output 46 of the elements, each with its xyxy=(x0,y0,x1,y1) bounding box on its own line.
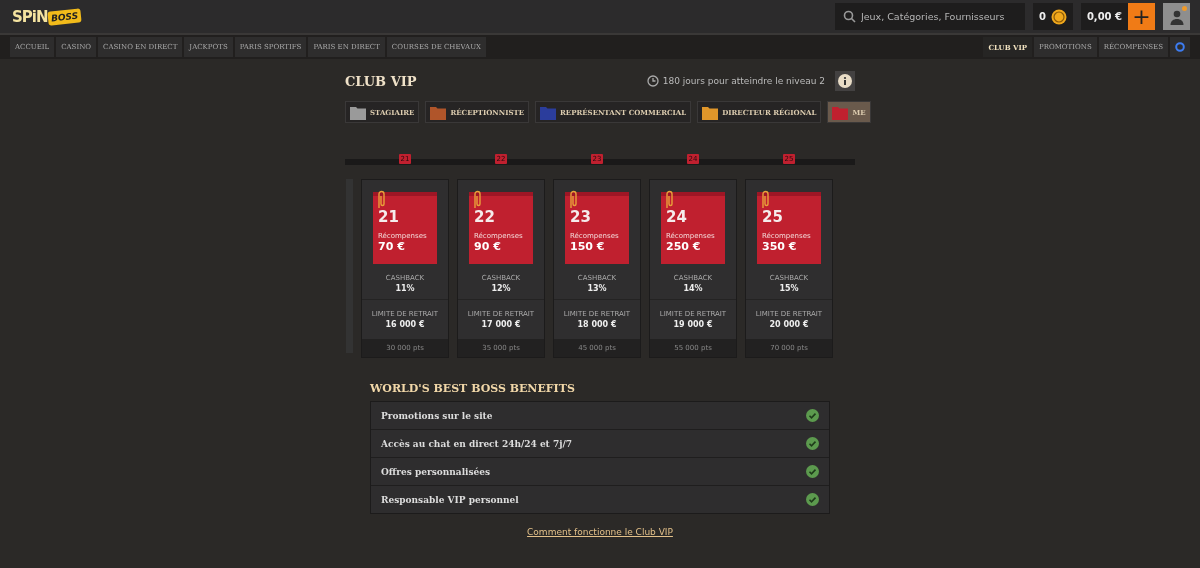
benefit-text: Accès au chat en direct 24h/24 et 7j/7 xyxy=(381,438,572,449)
cashback-value: 13% xyxy=(587,284,607,293)
benefit-text: Offres personnalisées xyxy=(381,466,491,477)
level-number: 25 xyxy=(762,208,784,226)
user-icon xyxy=(1168,8,1185,25)
coin-icon xyxy=(1050,8,1067,25)
ring-icon xyxy=(1175,42,1185,52)
benefits-title: WORLD'S BEST BOSS BENEFITS xyxy=(370,382,576,395)
level-number: 22 xyxy=(474,208,496,226)
info-icon xyxy=(838,74,852,88)
page-title: CLUB VIP xyxy=(345,73,417,89)
level-number: 21 xyxy=(378,208,400,226)
reward-amount: 250 € xyxy=(666,240,702,253)
coin-count: 0 xyxy=(1038,11,1046,22)
cashback-value: 11% xyxy=(395,284,415,293)
limit-value: 19 000 € xyxy=(673,320,713,329)
settings-button[interactable] xyxy=(1170,37,1190,57)
benefit-text: Promotions sur le site xyxy=(381,410,493,421)
limit-value: 20 000 € xyxy=(769,320,809,329)
help-link[interactable]: Comment fonctionne le Club VIP xyxy=(527,527,673,537)
paperclip-icon xyxy=(472,190,482,210)
notification-dot xyxy=(1182,6,1187,11)
cashback-value: 15% xyxy=(779,284,799,293)
reward-amount: 70 € xyxy=(378,240,406,253)
level-number: 23 xyxy=(570,208,592,226)
info-button[interactable] xyxy=(835,71,855,91)
cashback-value: 12% xyxy=(491,284,511,293)
limit-value: 17 000 € xyxy=(481,320,521,329)
reward-amount: 90 € xyxy=(474,240,502,253)
deposit-button[interactable]: + xyxy=(1128,3,1155,30)
cashback-value: 14% xyxy=(683,284,703,293)
reward-amount: 150 € xyxy=(570,240,606,253)
paperclip-icon xyxy=(568,190,578,210)
balance-amount: 0,00 € xyxy=(1086,11,1122,22)
level-number: 24 xyxy=(666,208,688,226)
reward-amount: 350 € xyxy=(762,240,798,253)
limit-value: 18 000 € xyxy=(577,320,617,329)
limit-value: 16 000 € xyxy=(385,320,425,329)
benefit-text: Responsable VIP personnel xyxy=(381,494,519,505)
search-field[interactable]: Jeux, Catégories, Fournisseurs xyxy=(834,3,1025,30)
paperclip-icon xyxy=(664,190,674,210)
profile-button[interactable] xyxy=(1163,3,1190,30)
clock-icon xyxy=(646,75,659,87)
countdown-text: 180 jours pour atteindre le niveau 2 xyxy=(662,76,825,86)
paperclip-icon xyxy=(376,190,386,210)
paperclip-icon xyxy=(760,190,770,210)
